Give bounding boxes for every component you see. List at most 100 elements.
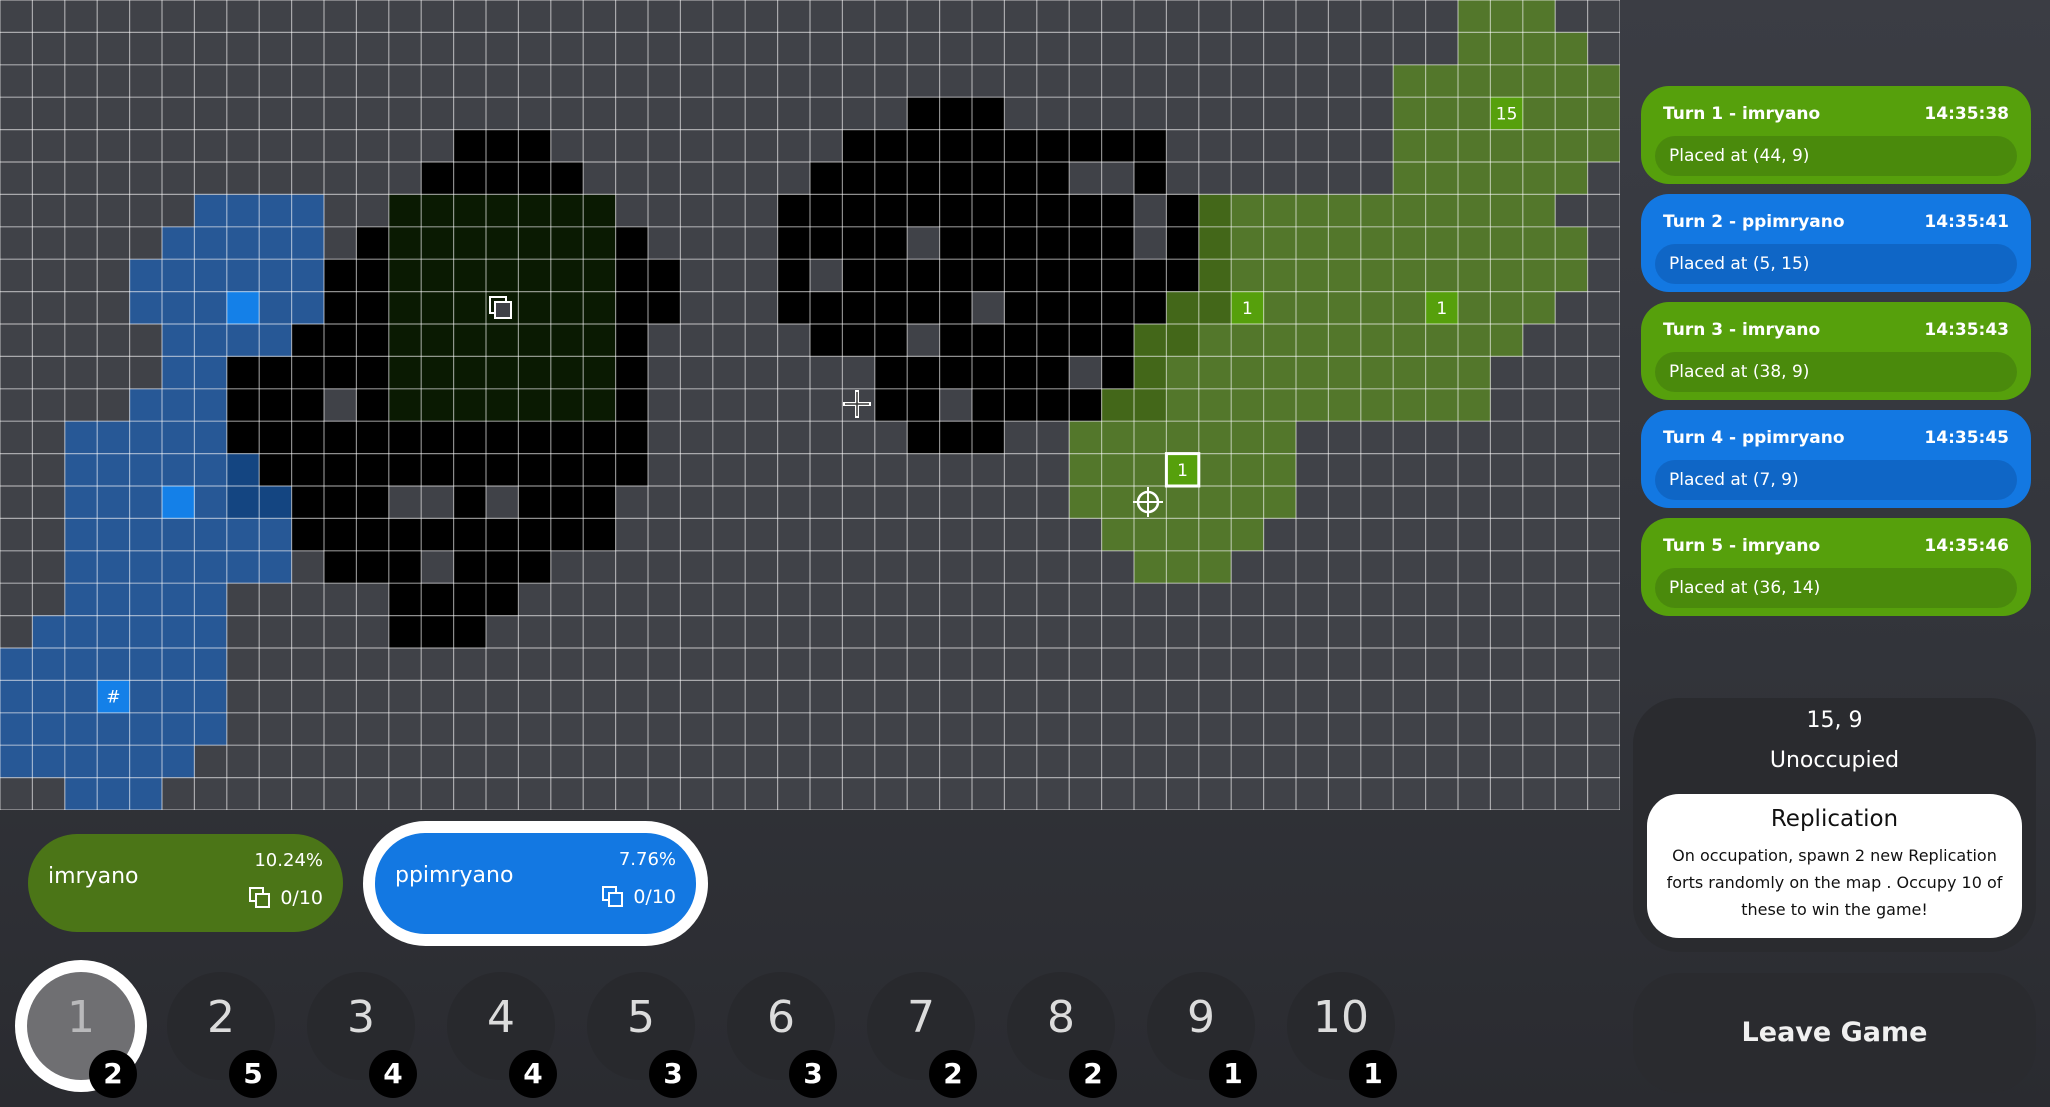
captured-tile[interactable]: [388, 291, 422, 324]
captured-tile[interactable]: [518, 356, 551, 389]
captured-tile[interactable]: [583, 356, 616, 389]
green-territory-tile[interactable]: [1393, 64, 1620, 98]
hole-tile[interactable]: [388, 486, 422, 519]
captured-tile[interactable]: [421, 226, 454, 260]
captured-tile[interactable]: [388, 356, 422, 389]
game-board[interactable]: 15 1 1 1 #: [0, 0, 1620, 810]
captured-tile[interactable]: [453, 388, 486, 422]
green-territory-tile[interactable]: [1069, 421, 1296, 454]
blue-territory-tile[interactable]: [64, 550, 292, 584]
hole-tile[interactable]: [907, 226, 940, 260]
hotbar-slot-10[interactable]: 10 1: [1287, 972, 1397, 1098]
captured-tile[interactable]: [388, 259, 422, 292]
captured-tile[interactable]: [453, 324, 486, 357]
void-tile[interactable]: [453, 129, 551, 162]
hole-tile[interactable]: [810, 259, 843, 292]
captured-tile[interactable]: [550, 194, 584, 227]
green-territory-tile[interactable]: [1393, 129, 1620, 162]
blue-territory-tile[interactable]: [0, 712, 227, 746]
captured-tile[interactable]: [518, 388, 551, 422]
captured-tile[interactable]: [453, 259, 486, 292]
green-territory-tile[interactable]: [1458, 0, 1556, 33]
captured-tile[interactable]: [583, 194, 616, 227]
captured-tile[interactable]: [518, 259, 551, 292]
blue-territory-tile[interactable]: [129, 388, 227, 422]
blue-territory-tile[interactable]: [64, 518, 292, 551]
captured-tile[interactable]: [583, 259, 616, 292]
green-territory-tile[interactable]: [1069, 486, 1296, 519]
captured-tile[interactable]: [486, 226, 519, 260]
hotbar-slot-8[interactable]: 82: [1007, 972, 1117, 1098]
captured-tile[interactable]: [486, 388, 519, 422]
hole-tile[interactable]: [421, 486, 454, 519]
captured-tile[interactable]: [518, 324, 551, 357]
captured-tile[interactable]: [550, 226, 584, 260]
captured-tile[interactable]: [550, 324, 584, 357]
captured-tile[interactable]: [583, 226, 616, 260]
void-tile[interactable]: [907, 97, 1005, 130]
captured-tile[interactable]: [550, 356, 584, 389]
green-territory-tile[interactable]: [1134, 356, 1491, 389]
green-territory-tile[interactable]: [1134, 550, 1232, 584]
blue-territory-tile[interactable]: [0, 648, 227, 681]
captured-tile[interactable]: [421, 291, 454, 324]
captured-tile[interactable]: [486, 356, 519, 389]
hole-tile[interactable]: [972, 291, 1005, 324]
hole-tile[interactable]: [1069, 356, 1102, 389]
void-tile[interactable]: [226, 421, 649, 454]
blue-fort-tile[interactable]: [162, 486, 195, 519]
hole-tile[interactable]: [842, 356, 875, 389]
board-grid[interactable]: 15 1 1 1 #: [0, 0, 1620, 810]
captured-tile[interactable]: [453, 194, 486, 227]
captured-tile[interactable]: [388, 388, 422, 422]
captured-tile[interactable]: [583, 388, 616, 422]
captured-tile[interactable]: [453, 356, 486, 389]
hole-tile[interactable]: [939, 388, 972, 422]
hotbar-slot-3[interactable]: 34: [307, 972, 417, 1098]
void-tile[interactable]: [226, 453, 649, 486]
blue-territory-tile[interactable]: [64, 421, 227, 454]
void-tile[interactable]: [388, 615, 486, 648]
captured-tile[interactable]: [550, 291, 584, 324]
captured-tile[interactable]: [453, 226, 486, 260]
hotbar-slot-7[interactable]: 72: [867, 972, 977, 1098]
captured-tile[interactable]: [583, 324, 616, 357]
captured-tile[interactable]: [421, 388, 454, 422]
blue-territory-tile[interactable]: [162, 226, 324, 260]
captured-tile[interactable]: [550, 259, 584, 292]
hole-tile[interactable]: [1101, 162, 1134, 195]
hole-tile[interactable]: [324, 388, 357, 422]
captured-tile[interactable]: [453, 291, 486, 324]
captured-tile[interactable]: [388, 194, 422, 227]
captured-tile[interactable]: [486, 324, 519, 357]
captured-tile[interactable]: [583, 291, 616, 324]
captured-tile[interactable]: [486, 259, 519, 292]
hole-tile[interactable]: [1134, 194, 1167, 227]
green-territory-tile[interactable]: [1198, 194, 1556, 227]
hotbar-slot-6[interactable]: 63: [727, 972, 837, 1098]
green-territory-tile[interactable]: [1101, 518, 1264, 551]
hotbar-slot-5[interactable]: 53: [587, 972, 697, 1098]
leave-game-button[interactable]: Leave Game: [1633, 973, 2036, 1093]
hole-tile[interactable]: [907, 324, 940, 357]
captured-tile[interactable]: [388, 226, 422, 260]
hole-tile[interactable]: [486, 486, 519, 519]
hole-tile[interactable]: [421, 550, 454, 584]
hotbar-slot-1[interactable]: 12: [27, 972, 137, 1098]
captured-tile[interactable]: [388, 324, 422, 357]
hole-tile[interactable]: [1134, 226, 1167, 260]
captured-tile[interactable]: [421, 194, 454, 227]
hotbar-slot-4[interactable]: 44: [447, 972, 557, 1098]
hotbar-slot-2[interactable]: 25: [167, 972, 277, 1098]
captured-tile[interactable]: [421, 356, 454, 389]
hole-tile[interactable]: [1069, 162, 1102, 195]
blue-fort-tile[interactable]: [226, 291, 260, 324]
captured-tile[interactable]: [486, 194, 519, 227]
void-tile[interactable]: [907, 421, 1005, 454]
hotbar-slot-9[interactable]: 91: [1147, 972, 1257, 1098]
captured-tile[interactable]: [421, 259, 454, 292]
blue-territory-tile[interactable]: [64, 583, 227, 616]
captured-tile[interactable]: [518, 291, 551, 324]
void-tile[interactable]: [421, 162, 584, 195]
blue-territory-tile[interactable]: [64, 777, 162, 810]
